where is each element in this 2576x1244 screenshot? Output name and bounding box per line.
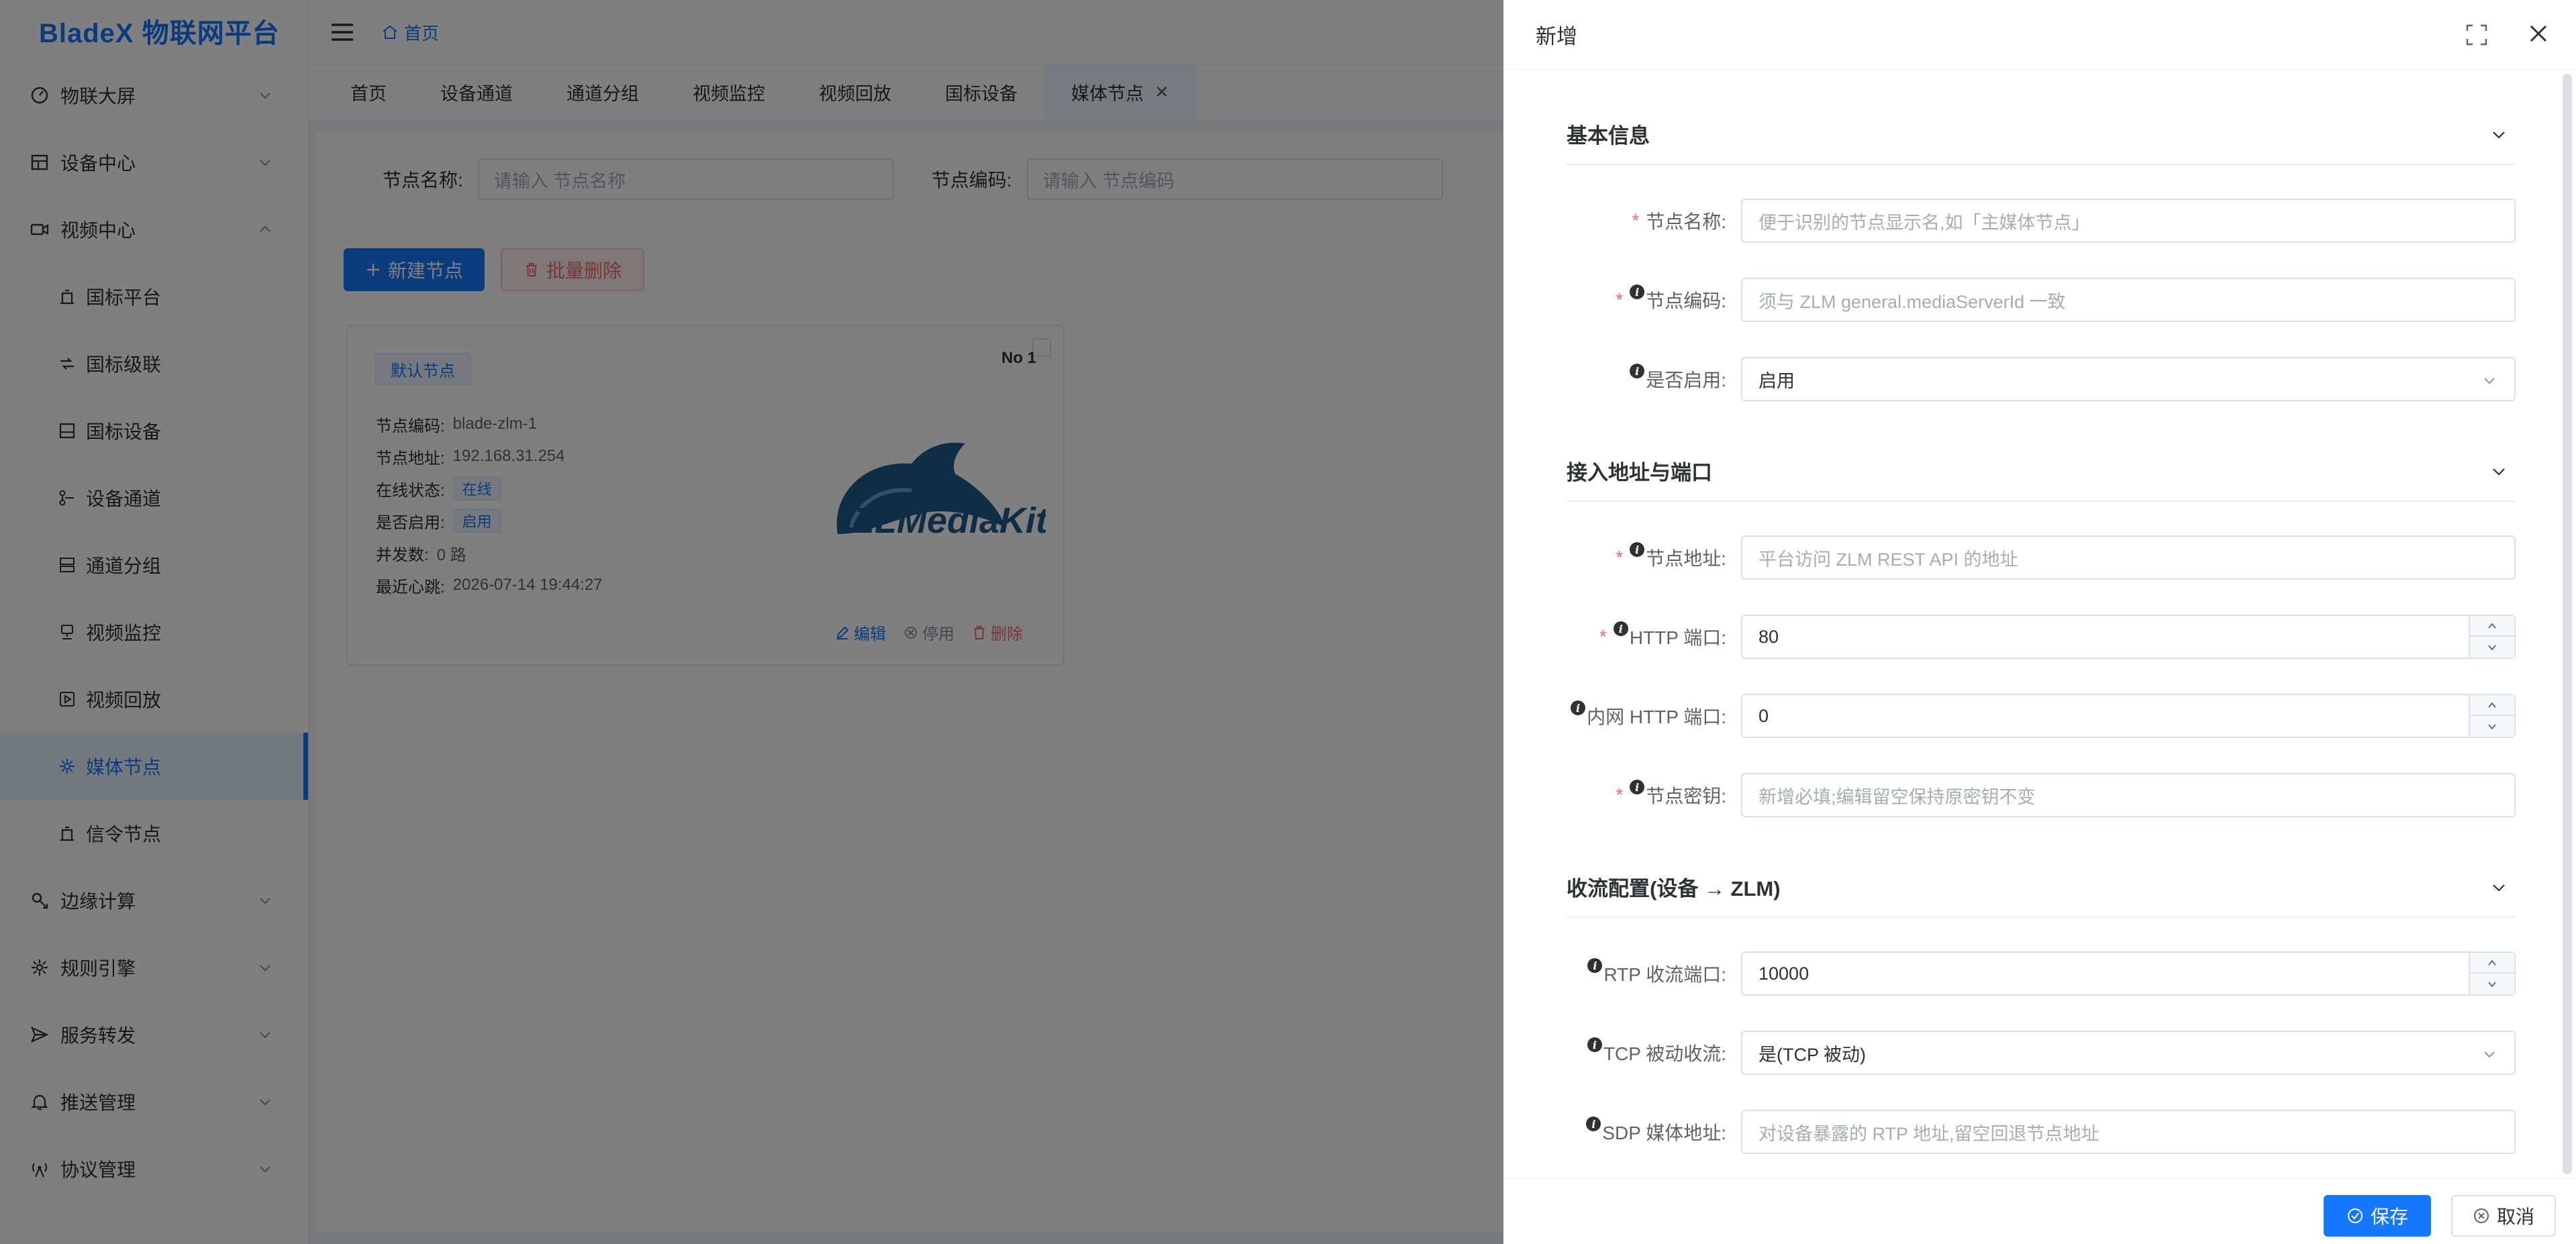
required-mark: * (1599, 626, 1607, 647)
info-icon[interactable]: i (1586, 1117, 1601, 1131)
info-icon[interactable]: i (1630, 364, 1645, 378)
decrement-button[interactable] (2470, 716, 2514, 737)
info-icon[interactable]: i (1630, 542, 1645, 557)
save-button[interactable]: 保存 (2323, 1195, 2431, 1237)
field-label: SDP 媒体地址: (1602, 1123, 1726, 1143)
node-code-input[interactable]: 须与 ZLM general.mediaServerId 一致 (1741, 278, 2516, 322)
input-value: 10000 (1758, 963, 1810, 984)
field-label: RTP 收流端口: (1603, 964, 1726, 985)
node-address-input[interactable]: 平台访问 ZLM REST API 的地址 (1741, 535, 2516, 580)
decrement-button[interactable] (2470, 974, 2514, 994)
drawer-header: 新增 (1503, 0, 2576, 70)
rtp-port-input[interactable]: 10000 (1741, 951, 2516, 996)
number-stepper (2469, 616, 2514, 658)
inner-http-port-input[interactable]: 0 (1741, 694, 2516, 738)
field-node-secret: * i 节点密钥: 新增必填;编辑留空保持原密钥不变 (1567, 773, 2516, 817)
select-value: 是(TCP 被动) (1758, 1044, 1866, 1065)
enabled-select[interactable]: 启用 (1741, 357, 2516, 401)
field-label: 节点编码: (1646, 291, 1726, 311)
info-icon[interactable]: i (1587, 958, 1603, 973)
chevron-down-icon (2493, 468, 2505, 476)
chevron-down-icon (2484, 1051, 2495, 1058)
close-icon[interactable] (2525, 20, 2552, 47)
section-title: 接入地址与端口 (1567, 460, 1712, 484)
node-secret-input[interactable]: 新增必填;编辑留空保持原密钥不变 (1741, 773, 2516, 817)
node-name-input[interactable]: 便于识别的节点显示名,如「主媒体节点」 (1741, 199, 2516, 243)
chevron-down-icon (2488, 981, 2496, 987)
tcp-passive-select[interactable]: 是(TCP 被动) (1741, 1031, 2516, 1075)
chevron-down-icon (2484, 378, 2495, 384)
required-mark: * (1616, 784, 1624, 805)
field-sdp-address: i SDP 媒体地址: 对设备暴露的 RTP 地址,留空回退节点地址 (1567, 1110, 2516, 1154)
field-node-address: * i 节点地址: 平台访问 ZLM REST API 的地址 (1567, 535, 2516, 580)
circle-check-icon (2347, 1208, 2363, 1223)
sdp-address-input[interactable]: 对设备暴露的 RTP 地址,留空回退节点地址 (1741, 1110, 2516, 1154)
select-value: 启用 (1758, 370, 1795, 391)
field-node-name: * 节点名称: 便于识别的节点显示名,如「主媒体节点」 (1567, 199, 2516, 243)
field-label: 是否启用: (1646, 370, 1726, 391)
field-label: 节点密钥: (1646, 786, 1726, 807)
input-value: 80 (1758, 626, 1779, 647)
field-label: 节点地址: (1646, 548, 1726, 569)
info-icon[interactable]: i (1571, 701, 1586, 715)
section-title: 基本信息 (1567, 123, 1650, 148)
info-icon[interactable]: i (1587, 1037, 1602, 1052)
field-rtp-port: i RTP 收流端口: 10000 (1567, 951, 2516, 996)
field-tcp-passive: i TCP 被动收流: 是(TCP 被动) (1567, 1031, 2516, 1075)
section-title: 收流配置(设备 → ZLM) (1567, 876, 1781, 900)
drawer-title: 新增 (1536, 25, 1577, 48)
input-value: 0 (1758, 705, 1769, 726)
required-mark: * (1616, 547, 1624, 568)
drawer-scrollbar[interactable] (2563, 74, 2572, 1174)
field-label: 内网 HTTP 端口: (1587, 707, 1726, 727)
number-stepper (2469, 953, 2514, 994)
create-drawer: 新增 基本信息 * 节点名称: 便于识别的节点显示名,如「主媒体节点」 * i 节点编… (1503, 0, 2576, 1244)
increment-button[interactable] (2470, 953, 2514, 974)
circle-close-icon (2473, 1208, 2489, 1223)
required-mark: * (1616, 289, 1624, 310)
field-inner-http-port: i 内网 HTTP 端口: 0 (1567, 694, 2516, 738)
chevron-down-icon (2488, 723, 2496, 729)
required-mark: * (1632, 210, 1640, 231)
drawer-body[interactable]: 基本信息 * 节点名称: 便于识别的节点显示名,如「主媒体节点」 * i 节点编码: … (1503, 70, 2576, 1178)
info-icon[interactable]: i (1630, 780, 1645, 794)
field-label: HTTP 端口: (1629, 627, 1726, 648)
chevron-down-icon (2493, 884, 2505, 892)
section-stream-config[interactable]: 收流配置(设备 → ZLM) (1567, 856, 2516, 918)
field-label: 节点名称: (1646, 211, 1726, 232)
chevron-up-icon (2488, 702, 2496, 708)
chevron-up-icon (2488, 623, 2496, 629)
field-label: TCP 被动收流: (1603, 1043, 1726, 1064)
cancel-label: 取消 (2496, 1206, 2534, 1227)
decrement-button[interactable] (2470, 637, 2514, 658)
fullscreen-icon[interactable] (2465, 23, 2489, 47)
chevron-down-icon (2488, 644, 2496, 650)
section-address-port[interactable]: 接入地址与端口 (1567, 440, 2516, 502)
field-enabled: i 是否启用: 启用 (1567, 357, 2516, 401)
info-icon[interactable]: i (1630, 284, 1645, 299)
cancel-button[interactable]: 取消 (2450, 1195, 2556, 1237)
chevron-up-icon (2488, 960, 2496, 966)
chevron-down-icon (2493, 132, 2505, 139)
number-stepper (2469, 695, 2514, 737)
increment-button[interactable] (2470, 616, 2514, 637)
drawer-footer: 保存 取消 (1503, 1178, 2576, 1244)
save-label: 保存 (2370, 1206, 2408, 1227)
field-http-port: * i HTTP 端口: 80 (1567, 615, 2516, 659)
section-basic-info[interactable]: 基本信息 (1567, 103, 2516, 165)
field-node-code: * i 节点编码: 须与 ZLM general.mediaServerId 一致 (1567, 278, 2516, 322)
increment-button[interactable] (2470, 695, 2514, 716)
http-port-input[interactable]: 80 (1741, 615, 2516, 659)
info-icon[interactable]: i (1613, 621, 1628, 636)
